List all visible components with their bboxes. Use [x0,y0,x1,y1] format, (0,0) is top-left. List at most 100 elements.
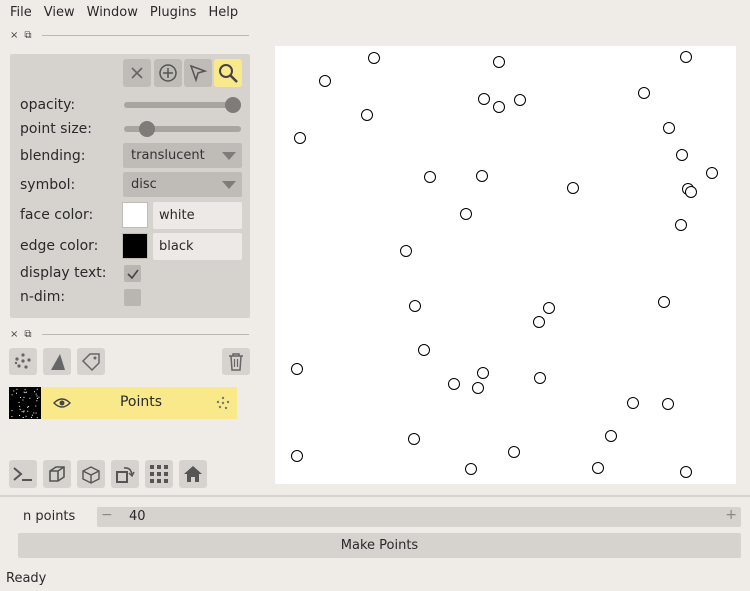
face-color-field[interactable]: white [153,202,242,229]
point-marker[interactable] [400,245,412,257]
point-marker[interactable] [477,367,489,379]
point-marker[interactable] [408,433,420,445]
menu-plugins[interactable]: Plugins [145,5,202,20]
point-marker[interactable] [706,167,718,179]
thumbnail-point [23,391,25,393]
point-marker[interactable] [508,446,520,458]
point-marker[interactable] [567,182,579,194]
point-marker[interactable] [294,132,306,144]
delete-selected-button[interactable] [123,59,151,87]
layer-row-points[interactable]: Points [9,387,237,419]
thumbnail-point [22,399,24,401]
point-marker[interactable] [627,397,639,409]
face-color-swatch[interactable] [122,202,148,228]
increment-button[interactable]: + [725,507,737,523]
layer-name[interactable]: Points [81,394,201,410]
dock-close-icon[interactable]: × [10,329,18,340]
point-marker[interactable] [543,302,555,314]
point-marker[interactable] [409,300,421,312]
thumbnail-point [36,388,38,390]
edge-color-swatch[interactable] [122,233,148,259]
point-marker[interactable] [476,170,488,182]
ndim-checkbox[interactable] [124,289,141,306]
display-text-checkbox[interactable] [124,265,141,282]
thumbnail-point [27,406,29,408]
symbol-dropdown[interactable]: disc [123,172,242,197]
ndisplay-button[interactable] [43,460,71,488]
menu-window[interactable]: Window [82,5,143,20]
thumbnail-point [25,391,27,393]
grid-button[interactable] [145,460,173,488]
thumbnail-point [27,410,29,412]
thumbnail-point [23,411,25,413]
home-button[interactable] [179,460,207,488]
point-size-slider-handle[interactable] [139,121,156,137]
new-labels-layer-button[interactable] [77,348,105,375]
point-marker[interactable] [448,378,460,390]
edge-color-field[interactable]: black [153,233,242,260]
point-marker[interactable] [533,316,545,328]
menu-help[interactable]: Help [203,5,243,20]
thumbnail-point [11,416,13,418]
point-marker[interactable] [514,94,526,106]
point-marker[interactable] [465,463,477,475]
roll-button[interactable] [77,460,105,488]
opacity-label: opacity: [20,97,76,113]
point-marker[interactable] [418,344,430,356]
point-marker[interactable] [658,296,670,308]
point-marker[interactable] [493,101,505,113]
magnifier-icon [219,64,238,83]
menu-view[interactable]: View [39,5,80,20]
new-shapes-layer-button[interactable] [43,348,71,375]
viewer-canvas[interactable] [275,46,736,484]
points-icon [216,396,230,410]
n-points-spinbox[interactable]: − 40 + [97,507,741,527]
point-marker[interactable] [676,149,688,161]
delete-layer-button[interactable] [222,348,250,375]
point-marker[interactable] [319,75,331,87]
point-marker[interactable] [472,382,484,394]
thumbnail-point [11,410,13,412]
new-points-layer-button[interactable] [9,348,37,375]
point-marker[interactable] [424,171,436,183]
make-points-button[interactable]: Make Points [18,533,741,558]
select-points-button[interactable] [184,59,212,87]
dock-float-icon[interactable]: ⧉ [24,30,31,41]
point-marker[interactable] [662,398,674,410]
decrement-button[interactable]: − [101,507,113,523]
home-icon [184,466,202,482]
thumbnail-point [27,405,29,407]
point-marker[interactable] [680,466,692,478]
point-marker[interactable] [592,462,604,474]
eye-icon[interactable] [53,396,71,410]
trash-icon [229,352,243,371]
point-marker[interactable] [291,450,303,462]
menu-file[interactable]: File [5,5,37,20]
pan-zoom-button[interactable] [214,59,242,87]
point-marker[interactable] [675,219,687,231]
layer-thumbnail [9,387,41,419]
point-marker[interactable] [534,372,546,384]
point-marker[interactable] [680,51,692,63]
thumbnail-point [35,412,37,414]
point-marker[interactable] [638,87,650,99]
point-marker[interactable] [605,430,617,442]
point-marker[interactable] [291,363,303,375]
edge-color-label: edge color: [20,238,99,254]
point-marker[interactable] [478,93,490,105]
blending-dropdown[interactable]: translucent [123,143,242,168]
opacity-slider[interactable] [124,102,241,108]
point-marker[interactable] [493,56,505,68]
dock-float-icon[interactable]: ⧉ [24,329,31,340]
transpose-button[interactable] [111,460,139,488]
point-marker[interactable] [460,208,472,220]
point-marker[interactable] [361,109,373,121]
dock-close-icon[interactable]: × [10,30,18,41]
thumbnail-point [31,416,33,418]
point-marker[interactable] [663,122,675,134]
point-marker[interactable] [685,186,697,198]
opacity-slider-handle[interactable] [225,97,241,113]
point-marker[interactable] [368,52,380,64]
console-button[interactable] [9,460,37,488]
add-points-button[interactable] [154,59,182,87]
